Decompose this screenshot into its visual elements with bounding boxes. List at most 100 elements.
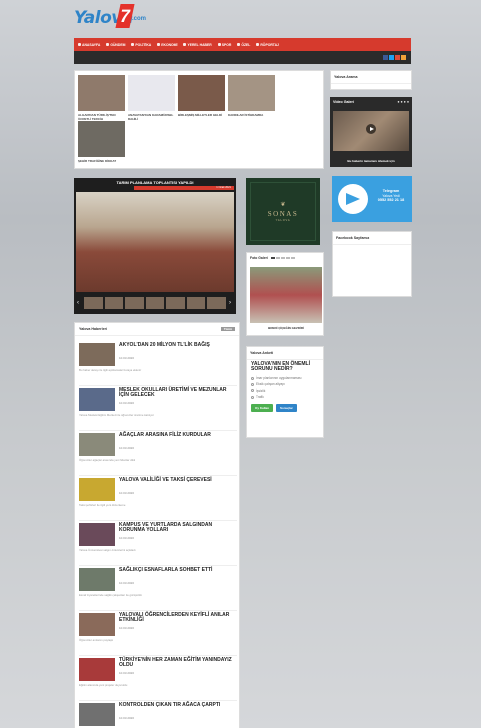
- strip-thumbnail[interactable]: [178, 75, 225, 111]
- nav-item[interactable]: SPOR: [217, 43, 231, 47]
- nav-item[interactable]: POLİTİKA: [131, 43, 151, 47]
- video-dots[interactable]: ● ● ● ●: [397, 100, 409, 104]
- twitter-icon[interactable]: [389, 55, 394, 60]
- poll-option-label: İşsizlik: [256, 388, 266, 393]
- news-item-title[interactable]: TÜRKİYE'NİN HER ZAMAN EĞİTİM YANINDAYIZ …: [119, 657, 235, 669]
- strip-thumbnail[interactable]: [228, 75, 275, 111]
- news-item-title[interactable]: YALOVA VALİLİĞİ VE TAKSİ ÇEREVESİ: [119, 477, 235, 483]
- nav-label: EKONOMİ: [161, 42, 178, 47]
- nav-icon: [183, 43, 187, 46]
- slider-thumb[interactable]: [84, 297, 103, 309]
- news-item-excerpt: Öğrenciler ağaçlar arasında yeni fidanla…: [79, 458, 136, 462]
- telegram-icon: [338, 184, 368, 214]
- nav-icon: [256, 43, 260, 46]
- photo-pager[interactable]: [270, 257, 295, 259]
- news-item-date: 10.03.2020: [119, 356, 135, 360]
- nav-item[interactable]: EKONOMİ: [157, 43, 177, 47]
- facebook-icon[interactable]: [383, 55, 388, 60]
- news-thumbnail[interactable]: [79, 658, 115, 681]
- radio-icon[interactable]: [251, 382, 254, 386]
- photo-gallery-title: Foto Galeri: [250, 256, 268, 260]
- news-item[interactable]: SAĞLIKÇI ESNAFLARLA SOHBET ETTİ 10.03.202…: [79, 567, 237, 611]
- slider-image[interactable]: [76, 192, 234, 292]
- page-container: Yalova 7 .com ANASAYFA GÜNDEM POLİTİKA EKON…: [70, 0, 415, 728]
- news-item-title[interactable]: AKYOL'DAN 20 MİLYON TL'LİK BAĞIŞ: [119, 342, 235, 348]
- photo-caption[interactable]: BREDİ ÇİÇEĞİN GEZDİRİ: [250, 326, 322, 330]
- poll-question: YALOVA'NIN EN ÖNEMLİ SORUNU NEDİR?: [251, 361, 310, 373]
- news-item[interactable]: KAMPUS VE YURTLARDA SALGINDAN KORUNMA YO…: [79, 522, 237, 566]
- slider-thumb[interactable]: [166, 297, 185, 309]
- news-item[interactable]: KONTROLDEN ÇIKAN TIR AĞACA ÇARPTI 10.03.2…: [79, 702, 237, 728]
- slider-thumb[interactable]: [186, 297, 206, 309]
- site-logo[interactable]: Yalova 7 .com: [74, 4, 174, 32]
- youtube-icon[interactable]: [395, 55, 400, 60]
- next-arrow-icon[interactable]: ›: [229, 300, 231, 306]
- news-item[interactable]: YALOVA VALİLİĞİ VE TAKSİ ÇEREVESİ 10.03.2…: [79, 477, 237, 521]
- news-item[interactable]: MESLEK OKULLARI ÜRETİMİ VE MEZUNLAR İÇİN…: [79, 387, 237, 431]
- nav-label: YEREL HABER: [187, 42, 212, 47]
- strip-caption[interactable]: ALGAN'DAN TÜRK-İŞ'TEN ÜCRETLİ TERCİH: [78, 113, 125, 121]
- strip-caption[interactable]: ANAVATAN'DAN KARAMÜRSEL DAHİLİ: [128, 113, 175, 121]
- news-item-date: 10.03.2020: [119, 401, 135, 405]
- social-icons: [383, 55, 406, 60]
- news-item-title[interactable]: SAĞLIKÇI ESNAFLARLA SOHBET ETTİ: [119, 567, 235, 573]
- news-title: Yalova Haberleri: [79, 327, 107, 331]
- results-button[interactable]: Sonuçlar: [276, 404, 297, 413]
- news-item[interactable]: AĞAÇLAR ARASINA FİLİZ KURDULAR 10.03.2020…: [79, 432, 237, 476]
- nav-icon: [237, 43, 241, 46]
- vote-button[interactable]: Oy Kullan: [251, 404, 274, 413]
- news-item[interactable]: YALOVALI ÖĞRENCİLERDEN KEYİFLİ ANILAR ET…: [79, 612, 237, 656]
- sonas-ad[interactable]: ❦ SONAS YALOVA: [246, 178, 320, 245]
- strip-thumbnail[interactable]: [78, 75, 125, 111]
- news-thumbnail[interactable]: [79, 613, 115, 636]
- slider-thumb[interactable]: [125, 297, 144, 309]
- news-item-excerpt: Öğrenciler anılarını paylaştı: [79, 638, 114, 642]
- strip-thumbnail[interactable]: [128, 75, 175, 111]
- strip-caption[interactable]: KADINLAR İSTİHDAMDA: [228, 113, 275, 117]
- news-thumbnail[interactable]: [79, 343, 115, 366]
- news-item-title[interactable]: KONTROLDEN ÇIKAN TIR AĞACA ÇARPTI: [119, 702, 235, 708]
- strip-caption[interactable]: ŞEHİR TRAFİĞİNE DİKKAT: [78, 159, 125, 163]
- nav-item[interactable]: ÖZEL: [237, 43, 250, 47]
- news-item-title[interactable]: KAMPUS VE YURTLARDA SALGINDAN KORUNMA YO…: [119, 522, 235, 534]
- radio-icon[interactable]: [251, 376, 254, 380]
- slider-thumb[interactable]: [104, 297, 124, 309]
- news-thumbnail[interactable]: [79, 433, 115, 456]
- strip-caption[interactable]: BİRLEŞMİŞ MİLLETLER GELDİ: [178, 113, 225, 117]
- news-thumbnail[interactable]: [79, 523, 115, 546]
- news-more-button[interactable]: Tümü: [220, 327, 235, 331]
- nav-item[interactable]: GÜNDEM: [106, 43, 125, 47]
- news-thumbnail[interactable]: [79, 703, 115, 726]
- news-item[interactable]: TÜRKİYE'NİN HER ZAMAN EĞİTİM YANINDAYIZ …: [79, 657, 237, 701]
- radio-icon[interactable]: [251, 395, 254, 399]
- news-thumbnail[interactable]: [79, 388, 115, 411]
- news-item[interactable]: AKYOL'DAN 20 MİLYON TL'LİK BAĞIŞ 10.03.20…: [79, 342, 237, 386]
- top-news-strip: ALGAN'DAN TÜRK-İŞ'TEN ÜCRETLİ TERCİH ANAV…: [74, 70, 324, 169]
- nav-icon: [131, 43, 135, 46]
- rss-icon[interactable]: [401, 55, 406, 60]
- nav-item[interactable]: RÖPORTAJ: [256, 43, 279, 47]
- news-thumbnail[interactable]: [79, 568, 115, 591]
- nav-item[interactable]: ANASAYFA: [78, 43, 100, 47]
- leaf-icon: ❦: [280, 202, 286, 208]
- news-item-title[interactable]: MESLEK OKULLARI ÜRETİMİ VE MEZUNLAR İÇİN…: [119, 387, 235, 399]
- play-icon[interactable]: [366, 124, 376, 134]
- nav-icon: [217, 43, 221, 46]
- slider-thumb[interactable]: [207, 297, 227, 309]
- news-item-title[interactable]: YALOVALI ÖĞRENCİLERDEN KEYİFLİ ANILAR ET…: [119, 612, 235, 624]
- nav-item[interactable]: YEREL HABER: [183, 42, 212, 47]
- news-item-excerpt: Yalova Üniversitesi salgın önlemlerini a…: [79, 548, 136, 552]
- photo-image[interactable]: [250, 267, 322, 323]
- facebook-title: Facebook Sayfamız: [333, 232, 411, 245]
- strip-thumbnail[interactable]: [78, 121, 125, 157]
- video-caption[interactable]: Bu haberin tamamını izlemek için: [333, 159, 409, 163]
- video-thumbnail[interactable]: [333, 111, 409, 151]
- slider-thumb[interactable]: [145, 297, 165, 309]
- news-thumbnail[interactable]: [79, 478, 115, 501]
- slider-title[interactable]: TARIM PLANLAMA TOPLANTISI YAPILDI: [74, 180, 236, 185]
- news-item-title[interactable]: AĞAÇLAR ARASINA FİLİZ KURDULAR: [119, 432, 235, 438]
- telegram-banner[interactable]: Telegram Yalova Yedi 0552 552 21 18: [332, 176, 412, 222]
- radio-icon[interactable]: [251, 389, 254, 393]
- news-item-excerpt: Taksi şoförleri ile ilgili yeni düzenlem…: [79, 503, 126, 507]
- nav-label: GÜNDEM: [110, 42, 126, 47]
